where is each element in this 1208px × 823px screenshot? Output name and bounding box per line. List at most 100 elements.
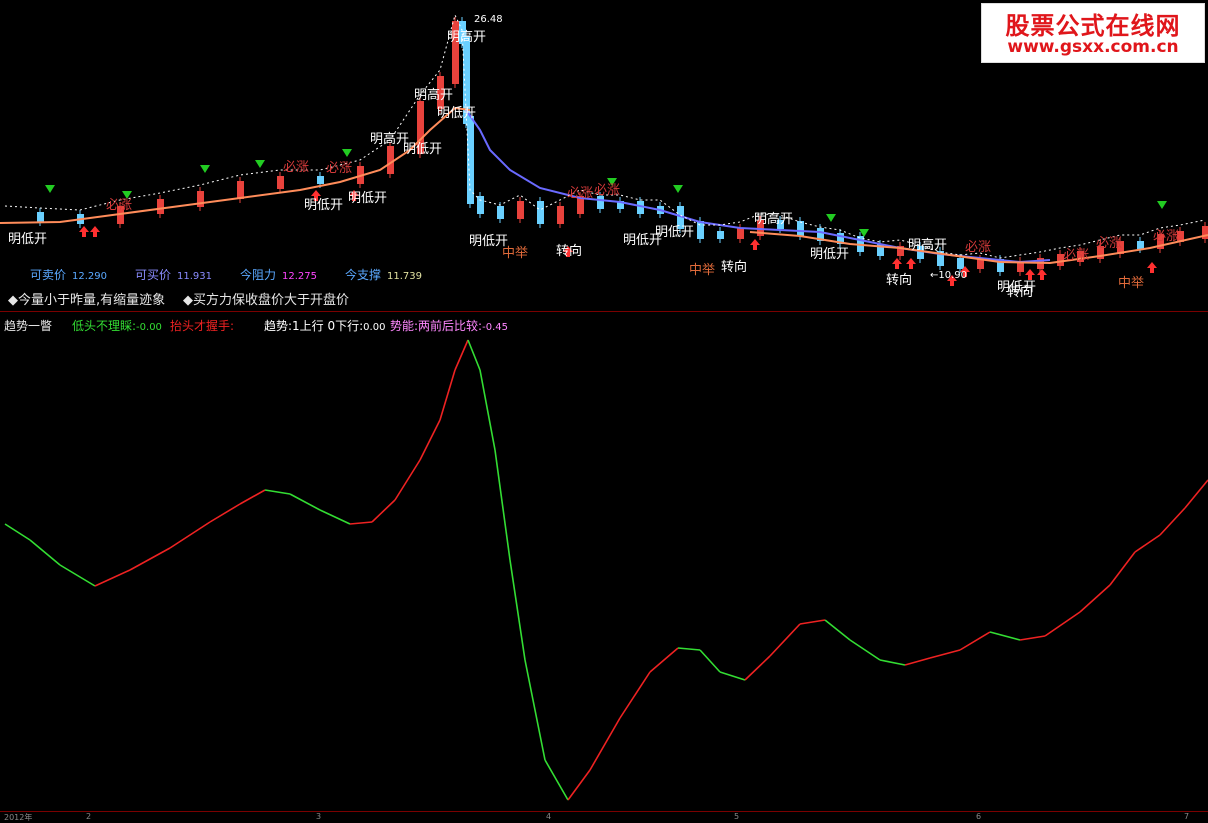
candle — [1017, 257, 1024, 276]
sell-triangle-icon — [826, 214, 836, 222]
oscillator-segment — [929, 649, 961, 659]
oscillator-segment — [319, 509, 351, 525]
legend-momentum-label: 势能:两前后比较: — [390, 319, 483, 333]
oscillator-segment — [524, 659, 546, 761]
signal-label: 必涨 — [283, 160, 310, 175]
oscillator-segment — [769, 623, 801, 657]
signal-label: 转向 — [721, 260, 748, 275]
oscillator-segment — [959, 631, 991, 651]
support-info: 今支撑 11.739 — [345, 266, 422, 283]
sell-triangle-icon — [673, 185, 683, 193]
moving-average-short — [0, 106, 471, 224]
signal-label: 明低开 — [348, 191, 388, 206]
candle — [477, 192, 484, 218]
oscillator-segment — [209, 503, 241, 523]
candle — [277, 172, 284, 193]
candle — [517, 197, 524, 223]
oscillator-segment — [349, 521, 373, 525]
sell-triangle-icon — [255, 160, 265, 168]
sell-price-info: 可卖价 12.290 — [30, 266, 107, 283]
buy-arrow-icon — [750, 239, 760, 250]
signal-label: 明低开 — [8, 232, 48, 247]
oscillator-segment — [799, 619, 826, 625]
legend-rising-label: 抬头才握手: — [170, 319, 235, 333]
low-price-label: ←10.90 — [930, 270, 968, 281]
sell-triangle-icon — [1157, 201, 1167, 209]
legend-momentum-value: -0.45 — [482, 322, 508, 333]
signal-label: 明高开 — [754, 212, 794, 227]
oscillator-segment — [494, 449, 511, 561]
watermark-title: 股票公式在线网 — [1005, 12, 1181, 40]
buy-price-info: 可买价 11.931 — [135, 266, 212, 283]
signal-label: 中举 — [502, 246, 529, 261]
oscillator-segment — [169, 521, 211, 549]
oscillator-segment — [59, 564, 96, 587]
legend-trend-value: 0.00 — [363, 322, 386, 333]
oscillator-segment — [1109, 551, 1136, 586]
sell-price-label: 可卖价 — [30, 268, 67, 282]
signal-label: 明低开 — [810, 247, 850, 262]
oscillator-segment — [467, 339, 481, 371]
buy-price-label: 可买价 — [135, 268, 172, 282]
signal-label: 转向 — [1007, 285, 1034, 300]
signal-label: 明低开 — [437, 106, 477, 121]
buy-price-value: 11.931 — [177, 271, 213, 282]
buy-arrow-icon — [90, 226, 100, 237]
sell-triangle-icon — [45, 185, 55, 193]
oscillator-segment — [371, 499, 396, 523]
signal-label: 转向 — [886, 273, 913, 288]
legend-falling-value: -0.00 — [136, 322, 162, 333]
candle — [557, 202, 564, 228]
oscillator-segment — [619, 671, 651, 719]
time-tick-3: 3 — [316, 812, 322, 821]
legend-falling-label: 低头不理睬: — [72, 319, 137, 333]
panel-divider — [0, 311, 1208, 312]
oscillator-segment — [394, 459, 421, 501]
oscillator-segment — [1079, 584, 1111, 613]
peak-price-label: 26.48 — [474, 14, 503, 25]
signal-label: 明高开 — [908, 238, 948, 253]
time-tick-6: 6 — [976, 812, 982, 821]
oscillator-segment — [29, 539, 61, 566]
resistance-label: 今阻力 — [240, 268, 277, 282]
support-label: 今支撑 — [345, 268, 382, 282]
candle — [617, 197, 624, 213]
candle — [157, 195, 164, 218]
oscillator-segment — [239, 489, 266, 505]
signal-label: 必涨 — [106, 198, 133, 213]
signal-label: 必涨 — [1096, 236, 1123, 251]
legend-trend-label: 趋势:1上行 0下行: — [264, 319, 364, 333]
oscillator-segment — [904, 657, 931, 666]
sell-triangle-icon — [200, 165, 210, 173]
signal-label: 中举 — [689, 263, 716, 278]
oscillator-segment — [439, 369, 456, 421]
signal-label: 必涨 — [965, 240, 992, 255]
legend-trend: 趋势:1上行 0下行:0.00 — [264, 317, 385, 334]
indicator-title[interactable]: 趋势一瞥 — [4, 317, 52, 334]
time-tick-year: 2012年 — [4, 813, 33, 822]
oscillator-segment — [419, 419, 441, 461]
chart-canvas[interactable] — [0, 0, 1208, 822]
oscillator-segment — [849, 639, 881, 661]
support-value: 11.739 — [387, 271, 423, 282]
time-tick-7: 7 — [1184, 812, 1190, 821]
moving-average-long — [465, 109, 1051, 264]
buy-arrow-icon — [906, 258, 916, 269]
oscillator-segment — [4, 523, 31, 541]
legend-falling: 低头不理睬:-0.00 — [72, 317, 162, 334]
signal-label: 必涨 — [594, 183, 621, 198]
oscillator-segment — [1159, 507, 1186, 536]
oscillator-segment — [879, 659, 906, 666]
oscillator-segment — [567, 769, 591, 801]
signal-label: 明高开 — [447, 30, 487, 45]
oscillator-segment — [94, 569, 131, 587]
signal-label: 中举 — [1118, 276, 1145, 291]
time-tick-2: 2 — [86, 812, 92, 821]
watermark-url: www.gsxx.com.cn — [1007, 37, 1179, 57]
signal-label: 必涨 — [567, 186, 594, 201]
oscillator-segment — [699, 649, 721, 673]
oscillator-segment — [989, 631, 1021, 641]
signal-label: 明高开 — [414, 88, 454, 103]
oscillator-segment — [744, 655, 771, 681]
oscillator-segment — [719, 671, 746, 681]
